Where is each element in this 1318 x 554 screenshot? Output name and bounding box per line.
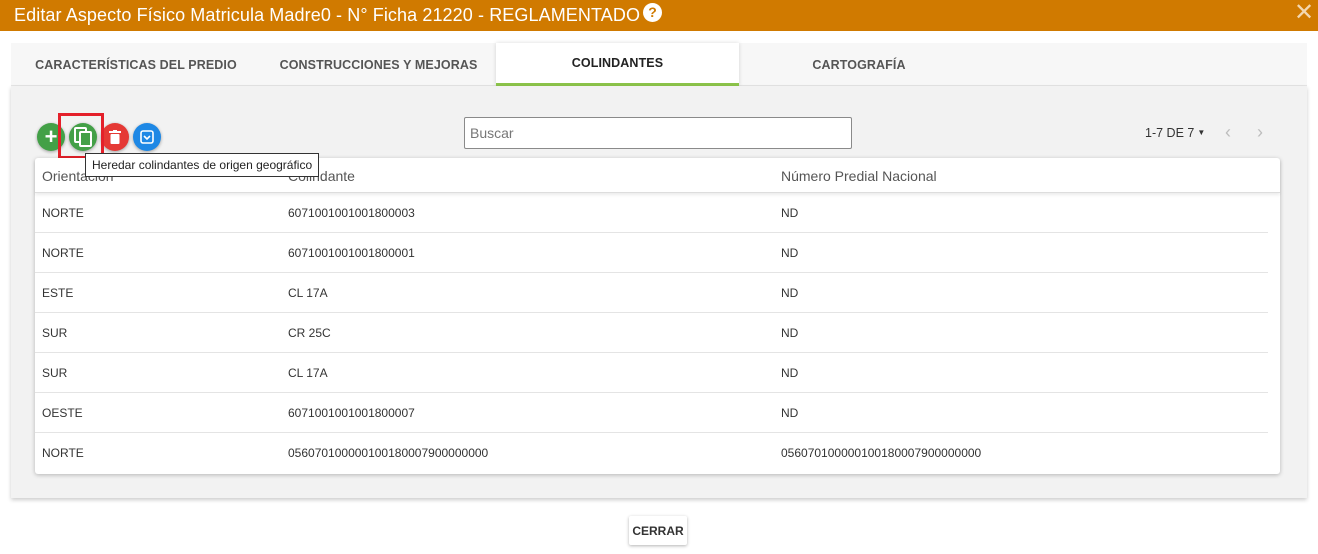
trash-icon [109, 130, 121, 144]
cell-orientacion: NORTE [42, 206, 84, 220]
chevron-right-icon[interactable]: › [1257, 122, 1263, 143]
plus-icon: + [44, 124, 58, 149]
cell-colindante: 6071001001001800007 [288, 406, 415, 420]
cell-colindante: CR 25C [288, 326, 331, 340]
save-icon [140, 130, 154, 144]
search-input[interactable]: Buscar [464, 117, 852, 149]
table-row[interactable]: NORTE 056070100000100180007900000000 056… [35, 433, 1268, 473]
cell-orientacion: OESTE [42, 406, 83, 420]
cell-numero-predial: ND [781, 286, 799, 300]
cell-colindante: CL 17A [288, 286, 328, 300]
tab-colindantes[interactable]: COLINDANTES [496, 43, 739, 86]
cell-colindante: 6071001001001800001 [288, 246, 415, 260]
table-row[interactable]: OESTE 6071001001001800007 ND [35, 393, 1268, 433]
tab-cartografia[interactable]: CARTOGRAFÍA [739, 43, 979, 86]
close-icon[interactable]: ✕ [1294, 1, 1314, 25]
cell-orientacion: NORTE [42, 446, 84, 460]
table-row[interactable]: SUR CR 25C ND [35, 313, 1268, 353]
table-row[interactable]: NORTE 6071001001001800003 ND [35, 193, 1268, 233]
chevron-left-icon[interactable]: ‹ [1225, 122, 1231, 143]
delete-colindante-button[interactable] [101, 123, 129, 151]
cell-numero-predial: ND [781, 326, 799, 340]
cell-numero-predial: ND [781, 246, 799, 260]
cell-numero-predial: 056070100000100180007900000000 [781, 446, 982, 460]
cerrar-button[interactable]: CERRAR [629, 516, 687, 545]
pagination-label: 1-7 DE 7 [1145, 126, 1195, 140]
colindantes-table: Orientación Colindante Número Predial Na… [35, 158, 1280, 474]
cell-numero-predial: ND [781, 406, 799, 420]
cell-colindante: 6071001001001800003 [288, 206, 415, 220]
dialog-titlebar: Editar Aspecto Físico Matricula Madre0 -… [0, 0, 1318, 31]
cell-orientacion: ESTE [42, 286, 74, 300]
column-header-numero-predial[interactable]: Número Predial Nacional [781, 168, 937, 184]
help-icon[interactable]: ? [643, 3, 662, 22]
tab-bar: CARACTERÍSTICAS DEL PREDIO CONSTRUCCIONE… [11, 43, 1307, 86]
cell-colindante: 056070100000100180007900000000 [288, 446, 489, 460]
cell-orientacion: SUR [42, 326, 68, 340]
table-row[interactable]: SUR CL 17A ND [35, 353, 1268, 393]
tab-caracteristicas-del-predio[interactable]: CARACTERÍSTICAS DEL PREDIO [11, 43, 261, 86]
cell-orientacion: SUR [42, 366, 68, 380]
tooltip: Heredar colindantes de origen geográfico [85, 153, 320, 177]
table-row[interactable]: ESTE CL 17A ND [35, 273, 1268, 313]
tab-construcciones-y-mejoras[interactable]: CONSTRUCCIONES Y MEJORAS [261, 43, 496, 86]
cell-orientacion: NORTE [42, 246, 84, 260]
caret-down-icon: ▼ [1197, 128, 1206, 137]
cell-numero-predial: ND [781, 206, 799, 220]
table-row[interactable]: NORTE 6071001001001800001 ND [35, 233, 1268, 273]
cell-numero-predial: ND [781, 366, 799, 380]
dialog-title: Editar Aspecto Físico Matricula Madre0 -… [14, 5, 641, 25]
pagination-selector[interactable]: 1-7 DE 7 ▼ [1145, 126, 1205, 140]
save-button[interactable] [133, 123, 161, 151]
cell-colindante: CL 17A [288, 366, 328, 380]
